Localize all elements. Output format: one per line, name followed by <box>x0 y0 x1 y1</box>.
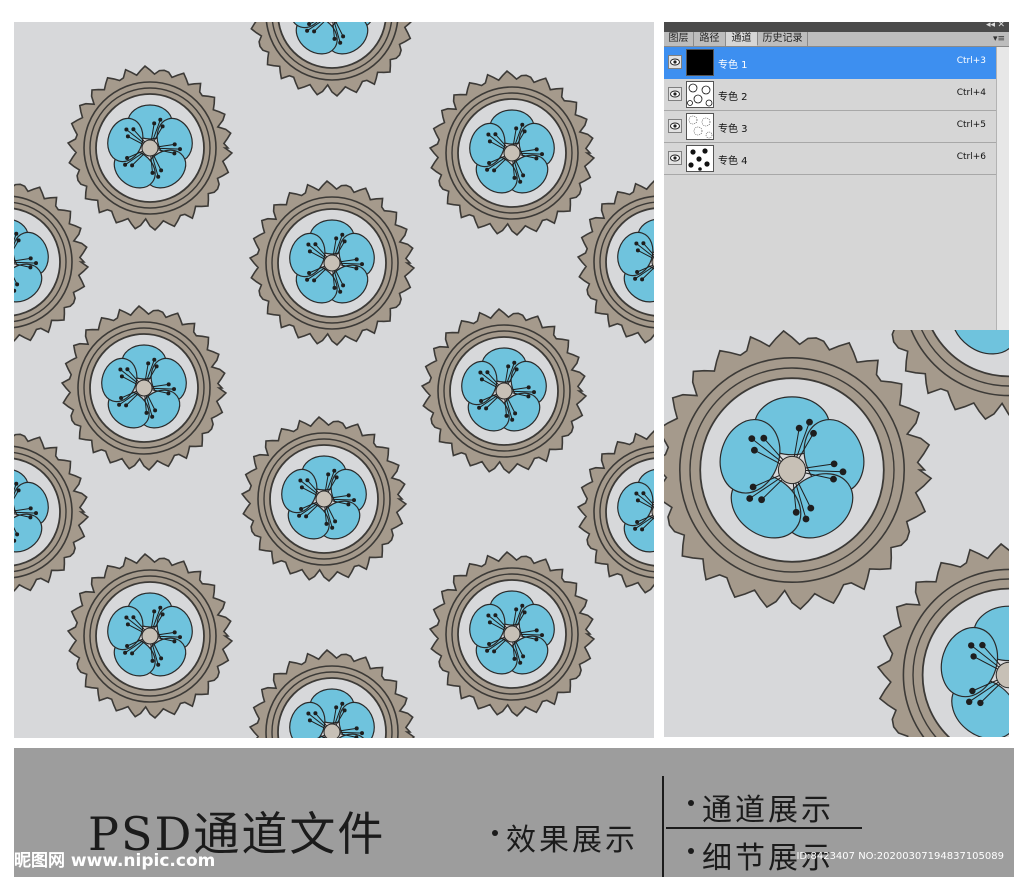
flower-medallion <box>420 308 588 474</box>
double-chevron-icon[interactable]: ◂◂ <box>986 22 995 30</box>
eye-icon[interactable] <box>668 87 682 101</box>
channel-shortcut: Ctrl+3 <box>956 56 986 66</box>
flower-medallion <box>576 179 654 344</box>
bullet-icon <box>688 848 694 854</box>
tab-layers[interactable]: 图层 <box>664 32 694 46</box>
flower-medallion <box>876 542 1009 737</box>
panel-tabs: 图层 路径 通道 历史记录 ▾≡ <box>664 32 1009 47</box>
flower-medallion <box>576 429 654 594</box>
channel-thumbnail <box>686 81 714 108</box>
channels-panel: ◂◂ ✕ 图层 路径 通道 历史记录 ▾≡ 专色 1 Ctrl+3 专色 2 C… <box>664 22 1009 330</box>
bullet-icon <box>688 800 694 806</box>
flower-medallion <box>240 416 408 582</box>
detail-artwork <box>664 330 1009 737</box>
flower-medallion <box>248 649 416 738</box>
channel-name: 专色 2 <box>718 92 748 103</box>
flower-medallion <box>428 70 596 236</box>
eye-icon[interactable] <box>668 55 682 69</box>
panel-titlebar: ◂◂ ✕ <box>664 22 1009 32</box>
eye-icon[interactable] <box>668 151 682 165</box>
channel-row-spot-1[interactable]: 专色 1 Ctrl+3 <box>664 47 996 79</box>
tab-channels[interactable]: 通道 <box>726 32 758 46</box>
watermark-id: ID:8423407 NO:20200307194837105089 <box>796 851 1004 862</box>
watermark-site: 昵图网 www.nipic.com <box>14 851 216 871</box>
bottom-banner: PSD通道文件 效果展示 通道展示 细节展示 昵图网 www.nipic.com… <box>14 748 1014 877</box>
channel-thumbnail <box>686 145 714 172</box>
channel-shortcut: Ctrl+6 <box>956 152 986 162</box>
channel-row-spot-4[interactable]: 专色 4 Ctrl+6 <box>664 143 996 175</box>
channel-thumbnail <box>686 113 714 140</box>
channel-name: 专色 1 <box>718 60 748 71</box>
channel-shortcut: Ctrl+4 <box>956 88 986 98</box>
channel-shortcut: Ctrl+5 <box>956 120 986 130</box>
channel-name: 专色 4 <box>718 156 748 167</box>
flower-medallion <box>66 65 234 231</box>
panel-menu-icon[interactable]: ▾≡ <box>993 32 1005 46</box>
flower-medallion <box>14 183 90 342</box>
channel-row-spot-2[interactable]: 专色 2 Ctrl+4 <box>664 79 996 111</box>
channel-name: 专色 3 <box>718 124 748 135</box>
pattern-preview <box>14 22 654 738</box>
eye-icon[interactable] <box>668 119 682 133</box>
flower-medallion <box>66 553 234 719</box>
channel-row-spot-3[interactable]: 专色 3 Ctrl+5 <box>664 111 996 143</box>
divider-vertical <box>662 776 664 877</box>
tab-paths[interactable]: 路径 <box>694 32 726 46</box>
label-effect: 效果展示 <box>506 823 638 858</box>
panel-scrollbar[interactable] <box>996 47 1009 330</box>
flower-medallion <box>60 305 228 471</box>
channel-thumbnail <box>686 49 714 76</box>
label-channel: 通道展示 <box>702 793 834 828</box>
pattern-artwork <box>14 22 654 738</box>
detail-zoom <box>664 330 1009 737</box>
close-icon[interactable]: ✕ <box>997 22 1005 30</box>
flower-medallion <box>14 433 90 592</box>
flower-medallion <box>428 551 596 717</box>
bullet-icon <box>492 830 498 836</box>
tab-history[interactable]: 历史记录 <box>758 32 808 46</box>
flower-medallion <box>664 330 933 611</box>
flower-medallion <box>250 22 412 97</box>
flower-medallion <box>248 180 416 346</box>
